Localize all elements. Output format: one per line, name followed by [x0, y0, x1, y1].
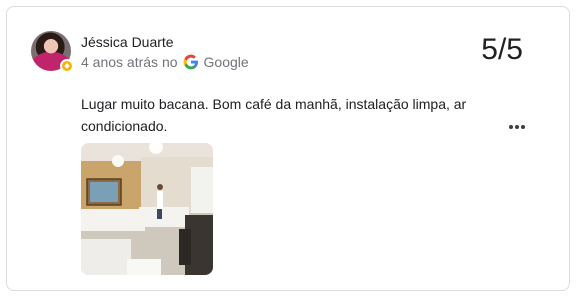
reviewer-name[interactable]: Jéssica Duarte — [81, 34, 174, 50]
local-guide-badge-icon — [60, 59, 74, 73]
review-score: 5/5 — [481, 33, 523, 66]
review-time: 4 anos atrás no — [81, 54, 178, 70]
review-text: Lugar muito bacana. Bom café da manhã, i… — [81, 96, 467, 134]
review-photo[interactable] — [81, 143, 213, 275]
review-source: Google — [203, 54, 249, 70]
avatar[interactable] — [31, 31, 74, 73]
google-logo-icon — [183, 54, 198, 70]
review-meta: 4 anos atrás no Google — [81, 54, 249, 70]
review-card: Jéssica Duarte 4 anos atrás no Google 5/… — [6, 6, 570, 291]
more-vert-icon[interactable] — [505, 115, 529, 139]
restaurant-interior-photo — [81, 143, 213, 275]
